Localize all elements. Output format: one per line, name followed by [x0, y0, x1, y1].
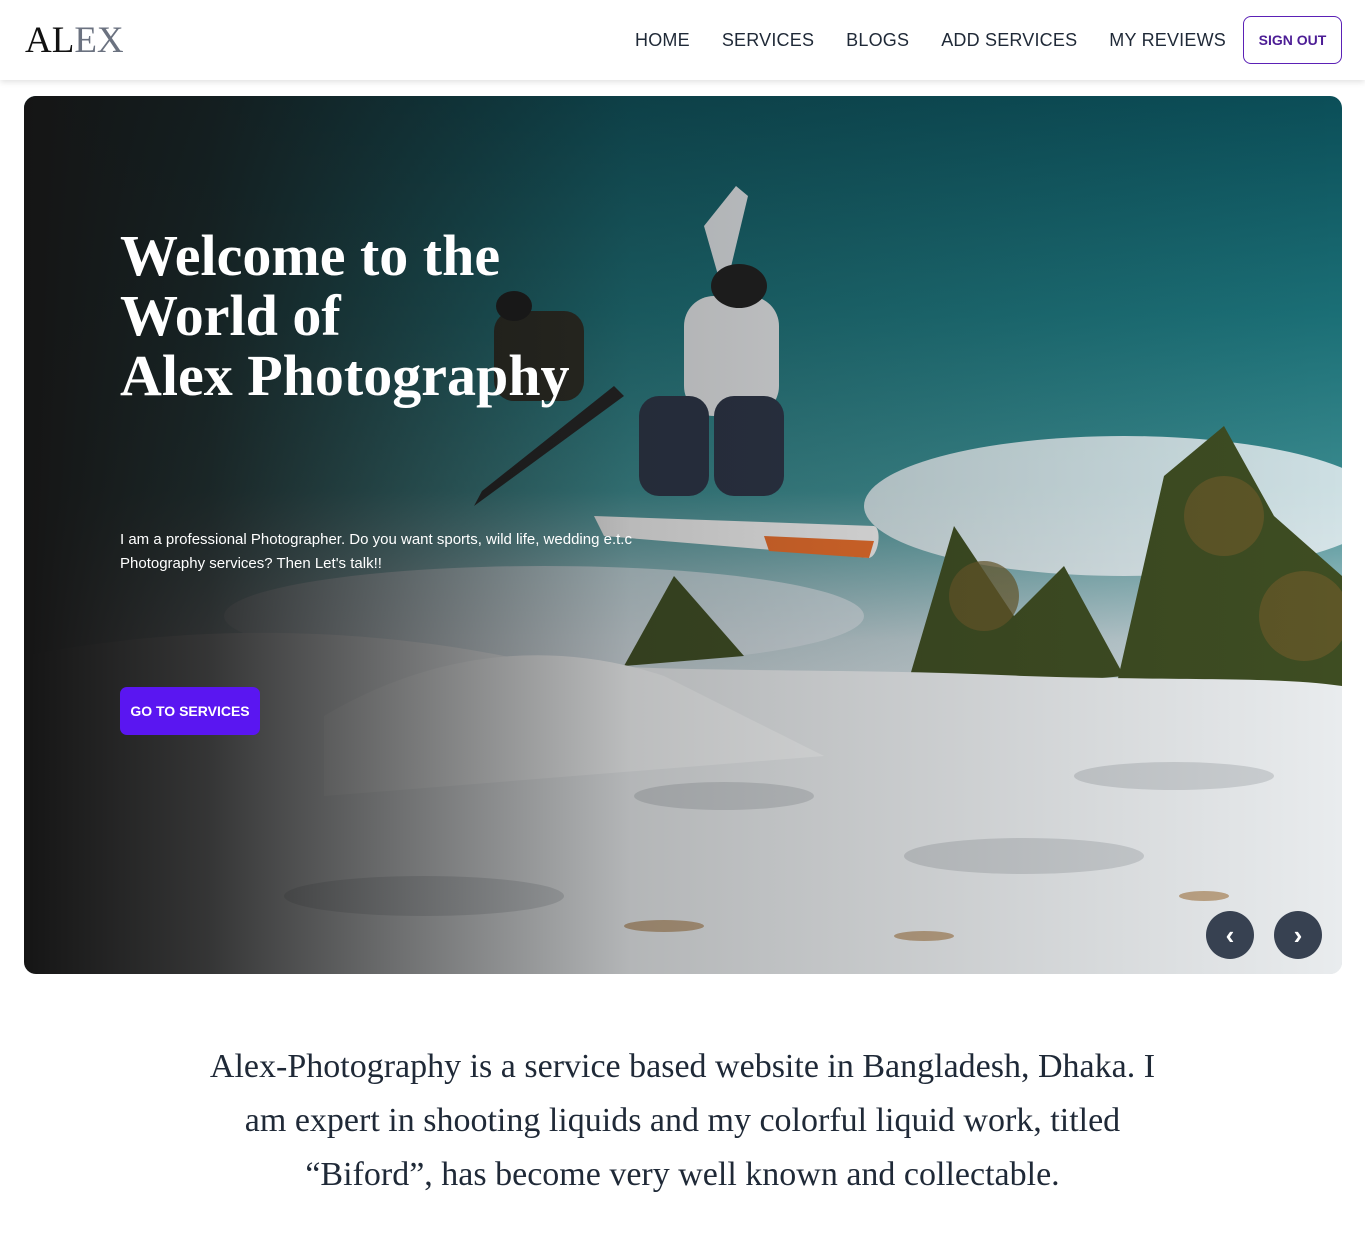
brand-logo[interactable]: ALEX: [25, 22, 124, 59]
hero-title-line-2: World of: [120, 283, 341, 348]
main-nav: HOME SERVICES BLOGS ADD SERVICES MY REVI…: [635, 16, 1342, 64]
carousel-next-button[interactable]: ›: [1274, 911, 1322, 959]
hero-title: Welcome to the World of Alex Photography: [120, 226, 640, 406]
about-text: Alex-Photography is a service based webs…: [209, 1048, 1156, 1193]
nav-services-link[interactable]: SERVICES: [722, 30, 814, 51]
hero-title-line-3: Alex Photography: [120, 343, 570, 408]
hero-title-line-1: Welcome to the: [120, 223, 501, 288]
hero-carousel: Welcome to the World of Alex Photography…: [24, 96, 1342, 974]
chevron-left-icon: ‹: [1225, 920, 1235, 950]
nav-my-reviews-link[interactable]: MY REVIEWS: [1109, 30, 1226, 51]
brand-logo-part2: EX: [74, 19, 124, 61]
navbar: ALEX HOME SERVICES BLOGS ADD SERVICES MY…: [0, 0, 1365, 80]
sign-out-button[interactable]: SIGN OUT: [1243, 16, 1342, 64]
chevron-right-icon: ›: [1293, 920, 1303, 950]
go-to-services-button[interactable]: GO TO SERVICES: [120, 687, 260, 735]
brand-logo-part1: AL: [25, 19, 75, 61]
carousel-prev-button[interactable]: ‹: [1206, 911, 1254, 959]
nav-blogs-link[interactable]: BLOGS: [846, 30, 909, 51]
nav-add-services-link[interactable]: ADD SERVICES: [941, 30, 1077, 51]
hero-description: I am a professional Photographer. Do you…: [120, 531, 632, 572]
nav-home-link[interactable]: HOME: [635, 30, 690, 51]
